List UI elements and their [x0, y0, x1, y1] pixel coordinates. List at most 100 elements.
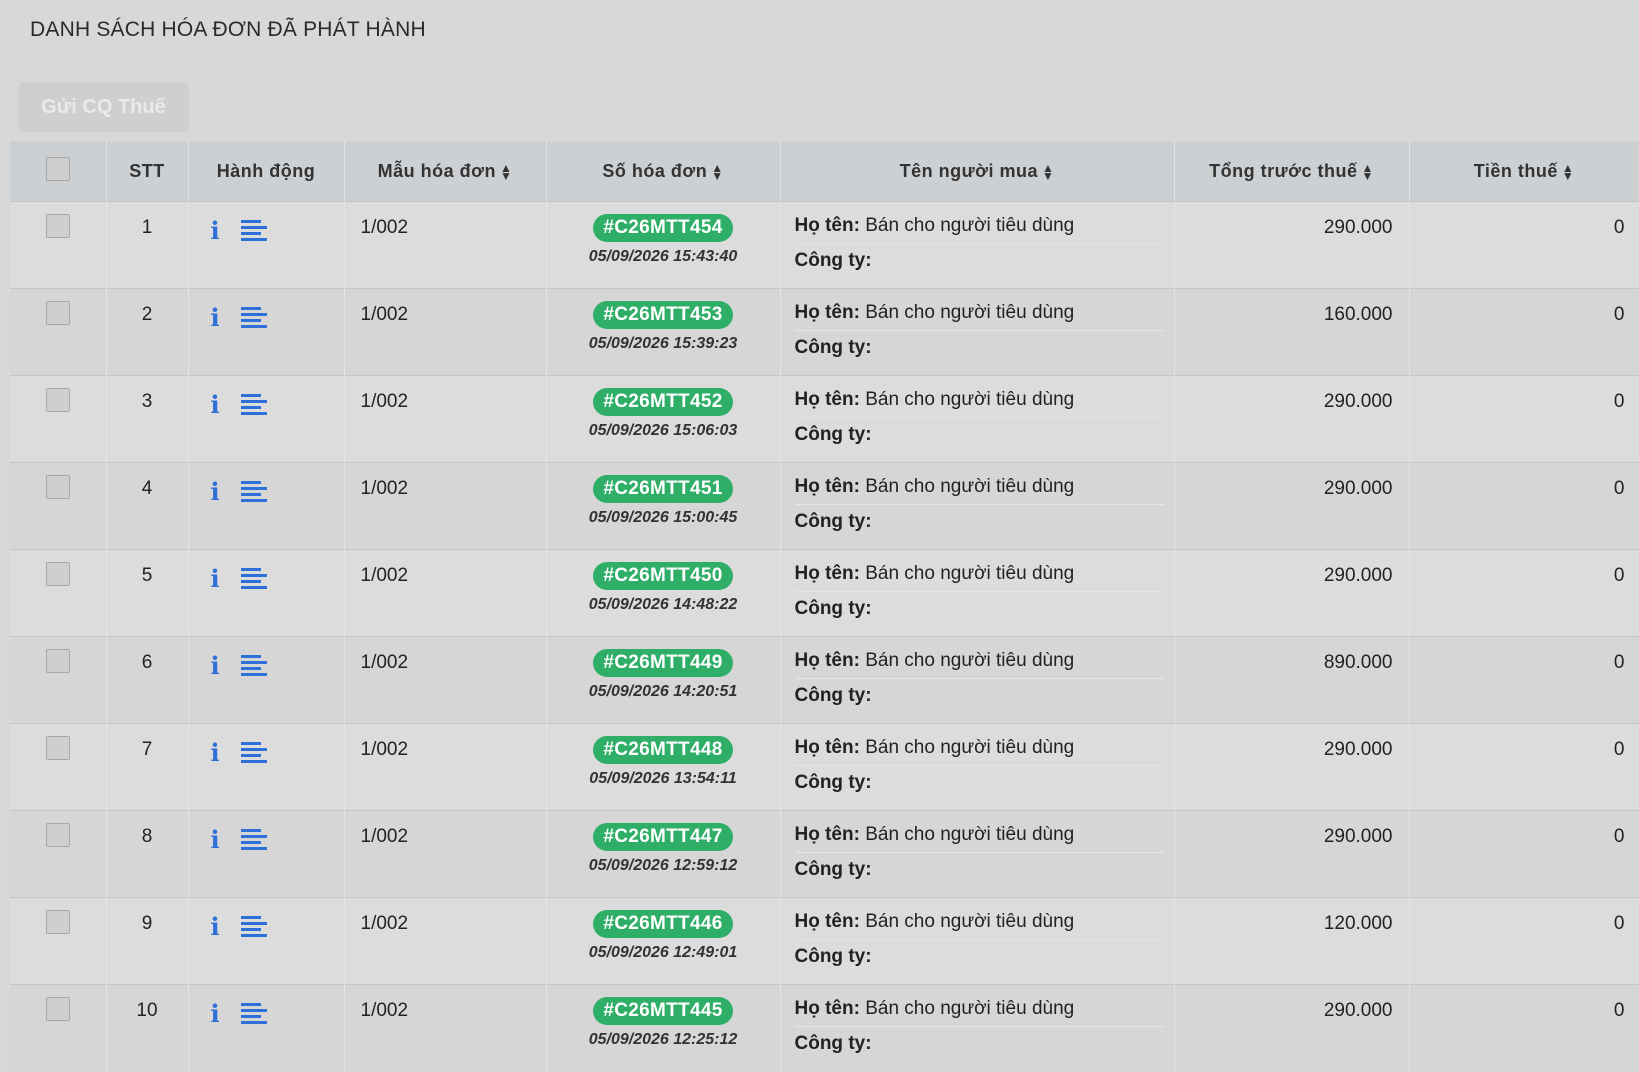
sort-icon[interactable]: ▲ ▼: [1361, 162, 1373, 182]
buyer-company-line: Công ty:: [795, 244, 1164, 272]
header-buyer[interactable]: Tên người mua ▲ ▼: [780, 141, 1175, 202]
buyer-company-line: Công ty:: [795, 331, 1164, 359]
row-buyer: Họ tên: Bán cho người tiêu dùng Công ty:: [780, 723, 1175, 811]
row-stt: 3: [106, 375, 189, 463]
row-pre-tax: 290.000: [1174, 723, 1410, 811]
invoice-number-badge[interactable]: #C26MTT445: [593, 997, 733, 1025]
row-select-cell: [10, 462, 107, 550]
invoice-date: 05/09/2026 13:54:11: [589, 770, 737, 787]
select-all-cell: [10, 141, 107, 202]
row-template: 1/002: [344, 462, 547, 550]
sort-icon[interactable]: ▲ ▼: [500, 162, 512, 182]
header-tax[interactable]: Tiền thuế ▲ ▼: [1409, 141, 1639, 202]
list-icon[interactable]: [240, 568, 267, 590]
buyer-company-label: Công ty:: [794, 946, 872, 967]
row-checkbox[interactable]: [45, 301, 70, 325]
sort-icon[interactable]: ▲ ▼: [1562, 162, 1574, 182]
row-select-cell: [10, 897, 107, 985]
info-icon[interactable]: i: [211, 390, 225, 419]
row-actions: i: [188, 549, 345, 637]
row-checkbox[interactable]: [45, 823, 70, 847]
sort-icon[interactable]: ▲ ▼: [711, 162, 723, 182]
list-icon[interactable]: [240, 220, 267, 242]
row-checkbox[interactable]: [45, 214, 70, 238]
list-icon[interactable]: [240, 916, 267, 938]
list-icon[interactable]: [240, 655, 267, 677]
invoice-date: 05/09/2026 12:25:12: [588, 1031, 738, 1048]
row-actions: i: [188, 462, 345, 550]
invoice-number-badge[interactable]: #C26MTT448: [593, 736, 733, 764]
info-icon[interactable]: i: [211, 912, 225, 941]
row-template: 1/002: [344, 375, 547, 463]
select-all-checkbox[interactable]: [45, 156, 70, 181]
list-icon[interactable]: [240, 394, 267, 416]
buyer-name-label: Họ tên:: [794, 998, 860, 1019]
list-icon[interactable]: [240, 481, 267, 503]
row-checkbox[interactable]: [45, 736, 70, 760]
buyer-name-line: Họ tên: Bán cho người tiêu dùng: [794, 389, 1164, 418]
buyer-company-label: Công ty:: [794, 511, 872, 532]
buyer-company-line: Công ty:: [795, 766, 1164, 794]
list-icon[interactable]: [240, 1003, 267, 1025]
table-row: 9 i 1/002 #C26MTT446 05/09/2026 12:49:01…: [10, 897, 1639, 985]
row-actions: i: [188, 375, 345, 463]
info-icon[interactable]: i: [211, 825, 225, 854]
send-tax-authority-button[interactable]: Gửi CQ Thuế: [18, 82, 189, 132]
info-icon[interactable]: i: [211, 216, 225, 245]
row-checkbox[interactable]: [45, 649, 70, 673]
table-header-row: STT Hành động Mẫu hóa đơn ▲ ▼ Số hóa đơn ▲ ▼…: [10, 141, 1639, 202]
list-icon[interactable]: [240, 307, 267, 329]
info-icon[interactable]: i: [211, 477, 225, 506]
row-pre-tax: 290.000: [1174, 462, 1410, 550]
buyer-name-line: Họ tên: Bán cho người tiêu dùng: [794, 911, 1164, 940]
header-template[interactable]: Mẫu hóa đơn ▲ ▼: [344, 141, 547, 202]
header-buyer-label: Tên người mua: [899, 160, 1038, 181]
list-icon[interactable]: [240, 742, 267, 764]
buyer-name-label: Họ tên:: [794, 650, 860, 671]
info-icon[interactable]: i: [211, 303, 225, 332]
info-icon[interactable]: i: [211, 651, 225, 680]
row-stt: 4: [106, 462, 189, 550]
row-template: 1/002: [344, 549, 547, 637]
row-checkbox[interactable]: [45, 562, 70, 586]
list-icon[interactable]: [240, 829, 267, 851]
invoice-number-badge[interactable]: #C26MTT447: [593, 823, 733, 851]
sort-icon[interactable]: ▲ ▼: [1042, 162, 1054, 182]
row-template: 1/002: [344, 897, 547, 985]
row-tax: 0: [1409, 636, 1639, 724]
buyer-name-label: Họ tên:: [794, 563, 860, 584]
invoice-date: 05/09/2026 14:20:51: [588, 683, 738, 700]
invoice-number-badge[interactable]: #C26MTT446: [593, 910, 733, 938]
buyer-company-label: Công ty:: [794, 250, 872, 271]
invoice-number-badge[interactable]: #C26MTT449: [593, 649, 733, 677]
table-row: 8 i 1/002 #C26MTT447 05/09/2026 12:59:12…: [10, 810, 1639, 898]
row-invoice: #C26MTT449 05/09/2026 14:20:51: [546, 636, 781, 724]
invoice-number-badge[interactable]: #C26MTT453: [593, 301, 733, 329]
invoice-date: 05/09/2026 14:48:22: [588, 596, 738, 613]
row-tax: 0: [1409, 810, 1639, 898]
row-checkbox[interactable]: [45, 910, 70, 934]
row-select-cell: [10, 810, 107, 898]
row-stt: 10: [106, 984, 189, 1072]
buyer-name-value: Bán cho người tiêu dùng: [865, 824, 1075, 845]
invoice-number-badge[interactable]: #C26MTT450: [593, 562, 733, 590]
info-icon[interactable]: i: [211, 564, 225, 593]
invoice-number-badge[interactable]: #C26MTT452: [593, 388, 733, 416]
row-tax: 0: [1409, 462, 1639, 550]
header-pre-tax[interactable]: Tổng trước thuế ▲ ▼: [1174, 141, 1410, 202]
row-select-cell: [10, 288, 107, 376]
row-checkbox[interactable]: [45, 388, 70, 412]
row-checkbox[interactable]: [45, 997, 70, 1021]
row-select-cell: [10, 723, 107, 811]
buyer-name-label: Họ tên:: [794, 302, 860, 323]
info-icon[interactable]: i: [211, 738, 225, 767]
row-checkbox[interactable]: [45, 475, 70, 499]
info-icon[interactable]: i: [211, 999, 225, 1028]
row-invoice: #C26MTT450 05/09/2026 14:48:22: [546, 549, 781, 637]
invoice-number-badge[interactable]: #C26MTT454: [593, 214, 733, 242]
header-invoice-no[interactable]: Số hóa đơn ▲ ▼: [546, 141, 781, 202]
row-stt: 1: [106, 201, 189, 289]
buyer-name-line: Họ tên: Bán cho người tiêu dùng: [794, 737, 1164, 766]
invoice-number-badge[interactable]: #C26MTT451: [593, 475, 733, 503]
row-tax: 0: [1409, 375, 1639, 463]
